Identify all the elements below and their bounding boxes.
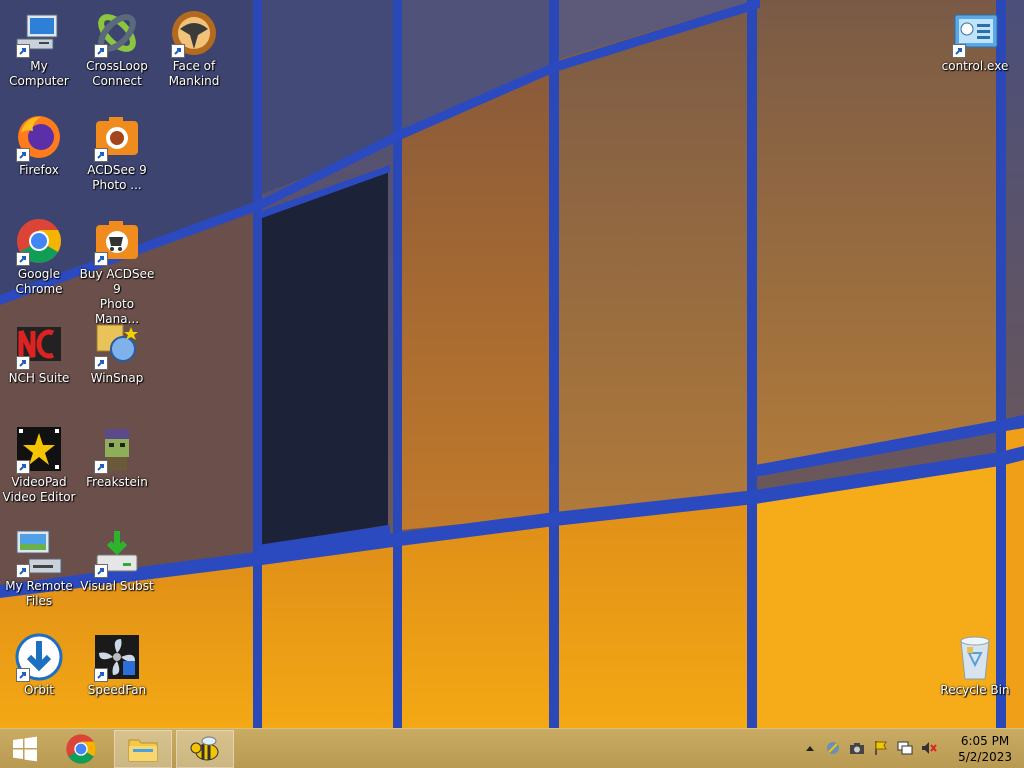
clock-time: 6:05 PM: [960, 734, 1010, 748]
shortcut-arrow-icon: [94, 252, 108, 266]
desktop-icon-label: Google Chrome: [15, 267, 63, 296]
shortcut-arrow-icon: [94, 44, 108, 58]
desktop-icon-recycle-bin[interactable]: Recycle Bin: [937, 633, 1013, 698]
crossloop-icon: [93, 9, 141, 58]
desktop-icon-google-chrome[interactable]: Google Chrome: [1, 217, 77, 297]
shortcut-arrow-icon: [94, 356, 108, 370]
shortcut-arrow-icon: [16, 252, 30, 266]
desktop-icon-label: control.exe: [941, 59, 1009, 73]
chrome-icon: [66, 734, 96, 764]
speedfan-icon: [93, 633, 141, 682]
start-button[interactable]: [0, 730, 50, 768]
desktop-icon-label: WinSnap: [90, 371, 144, 385]
shortcut-arrow-icon: [94, 668, 108, 682]
shortcut-arrow-icon: [94, 460, 108, 474]
remote-files-icon: [15, 529, 63, 578]
winsnap-icon: [93, 321, 141, 370]
control-panel-icon: [951, 9, 999, 58]
desktop-icon-label: CrossLoop Connect: [86, 59, 148, 88]
visual-subst-icon: [93, 529, 141, 578]
desktop-icon-freakstein[interactable]: Freakstein: [79, 425, 155, 490]
desktop-icon-label: SpeedFan: [87, 683, 147, 697]
desktop-icon-orbit[interactable]: Orbit: [1, 633, 77, 698]
taskbar-app-button[interactable]: [176, 730, 234, 768]
windows-logo-icon: [13, 736, 37, 762]
chrome-icon: [15, 217, 63, 266]
shortcut-arrow-icon: [94, 564, 108, 578]
shortcut-arrow-icon: [16, 44, 30, 58]
nch-icon: [15, 321, 63, 370]
desktop-icon-videopad[interactable]: VideoPad Video Editor: [1, 425, 77, 505]
desktop-icon-crossloop[interactable]: CrossLoop Connect: [79, 9, 155, 89]
network-icon[interactable]: [896, 739, 914, 757]
my-computer-icon: [15, 9, 63, 58]
shortcut-arrow-icon: [16, 356, 30, 370]
videopad-icon: [15, 425, 63, 474]
desktop-icon-label: My Remote Files: [5, 579, 73, 608]
shortcut-arrow-icon: [171, 44, 185, 58]
desktop-icon-label: Freakstein: [86, 475, 148, 489]
taskbar-file-explorer-button[interactable]: [114, 730, 172, 768]
desktop-icon-label: ACDSee 9 Photo ...: [87, 163, 147, 192]
shortcut-arrow-icon: [952, 44, 966, 58]
shortcut-arrow-icon: [16, 460, 30, 474]
volume-muted-icon[interactable]: [920, 739, 938, 757]
chevron-up-icon: [806, 746, 814, 751]
desktop-icon-label: Face of Mankind: [168, 59, 220, 88]
desktop-icon-buy-acdsee[interactable]: Buy ACDSee 9 Photo Mana...: [79, 217, 155, 327]
folder-icon: [128, 739, 158, 762]
desktop-icon-label: NCH Suite: [8, 371, 70, 385]
action-center-flag-icon[interactable]: [872, 739, 890, 757]
desktop-icon-firefox[interactable]: Firefox: [1, 113, 77, 178]
desktop-icon-label: My Computer: [9, 59, 69, 88]
shortcut-arrow-icon: [16, 564, 30, 578]
clock-date: 5/2/2023: [958, 750, 1012, 764]
desktop-icon-my-computer[interactable]: My Computer: [1, 9, 77, 89]
tray-camera-icon[interactable]: [848, 739, 866, 757]
tray-app-icon[interactable]: [824, 739, 842, 757]
orbit-icon: [15, 633, 63, 682]
desktop-icon-winsnap[interactable]: WinSnap: [79, 321, 155, 386]
desktop-icon-label: VideoPad Video Editor: [2, 475, 76, 504]
taskbar-chrome-button[interactable]: [52, 730, 110, 768]
desktop-icon-visual-subst[interactable]: Visual Subst: [79, 529, 155, 594]
desktop-icon-my-remote-files[interactable]: My Remote Files: [1, 529, 77, 609]
show-hidden-icons-button[interactable]: [801, 739, 819, 757]
desktop-icon-nch-suite[interactable]: NCH Suite: [1, 321, 77, 386]
acdsee-buy-icon: [93, 217, 141, 266]
desktop-icon-label: Firefox: [19, 163, 59, 177]
desktop-icon-label: Recycle Bin: [940, 683, 1010, 697]
face-of-mankind-icon: [170, 9, 218, 58]
desktop-icon-speedfan[interactable]: SpeedFan: [79, 633, 155, 698]
desktop-icon-label: Buy ACDSee 9 Photo Mana...: [79, 267, 155, 326]
shortcut-arrow-icon: [94, 148, 108, 162]
taskbar-clock[interactable]: 6:05 PM 5/2/2023: [958, 733, 1012, 765]
shortcut-arrow-icon: [16, 148, 30, 162]
desktop-icon-label: Orbit: [23, 683, 55, 697]
shortcut-arrow-icon: [16, 668, 30, 682]
desktop-icon-control-exe[interactable]: control.exe: [937, 9, 1013, 74]
firefox-icon: [15, 113, 63, 162]
desktop-icon-acdsee[interactable]: ACDSee 9 Photo ...: [79, 113, 155, 193]
bee-icon: [190, 736, 219, 761]
freakstein-icon: [93, 425, 141, 474]
desktop-icon-label: Visual Subst: [80, 579, 154, 593]
taskbar: 6:05 PM 5/2/2023: [0, 728, 1024, 768]
recycle-bin-icon: [951, 633, 999, 681]
acdsee-icon: [93, 113, 141, 162]
desktop-icon-face-of-mankind[interactable]: Face of Mankind: [156, 9, 232, 89]
